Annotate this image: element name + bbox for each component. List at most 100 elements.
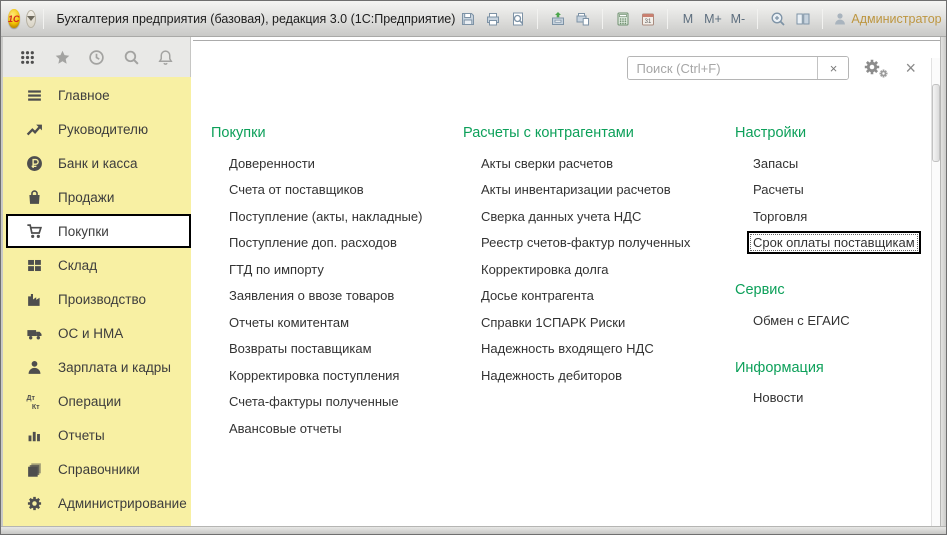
calendar-button[interactable]: 31	[635, 7, 660, 31]
memory-minus-button[interactable]: M-	[725, 7, 750, 31]
panel-link[interactable]: Запасы	[753, 156, 798, 171]
settings-gears-icon	[863, 58, 889, 78]
system-menu-button[interactable]	[26, 10, 36, 28]
panel-section: Расчеты с контрагентамиАкты сверки расче…	[463, 125, 735, 389]
notifications-icon	[157, 49, 174, 66]
panel-link-row: Акты инвентаризации расчетов	[463, 177, 735, 204]
panel-link[interactable]: Надежность входящего НДС	[481, 341, 654, 356]
panel-link[interactable]: Счета от поставщиков	[229, 182, 364, 197]
panel-section: Покупки Доверенности Счета от поставщиков П…	[211, 125, 463, 442]
close-x-icon: ×	[905, 59, 916, 77]
panel-link[interactable]: Расчеты	[753, 182, 804, 197]
memory-plus-button[interactable]: M+	[700, 7, 725, 31]
panel-link[interactable]: Надежность дебиторов	[481, 368, 622, 383]
section-header: Покупки	[211, 125, 463, 141]
panel-link[interactable]: Досье контрагента	[481, 288, 594, 303]
section-header: Настройки	[735, 125, 940, 141]
sidebar-item-cart[interactable]: Покупки	[6, 214, 191, 248]
sidebar-item-chart[interactable]: Отчеты	[3, 418, 191, 452]
panel-link-row: Акты сверки расчетов	[463, 150, 735, 177]
sidebar-item-label: Зарплата и кадры	[58, 360, 171, 375]
load-file-button[interactable]	[545, 7, 570, 31]
print-button[interactable]	[480, 7, 505, 31]
panel-link-row: Срок оплаты поставщикам	[735, 230, 940, 257]
sidebar-item-label: Главное	[58, 88, 110, 103]
zoom-button[interactable]	[765, 7, 790, 31]
calculator-button[interactable]	[610, 7, 635, 31]
sidebar-item-truck[interactable]: ОС и НМА	[3, 316, 191, 350]
bag-icon	[26, 189, 43, 206]
search-clear-button[interactable]: ×	[817, 57, 848, 79]
section-menu: Главное Руководителю Банк и касса Продажи По…	[3, 77, 191, 526]
print-icon	[485, 11, 501, 27]
sidebar-item-books[interactable]: Справочники	[3, 452, 191, 486]
svg-text:Кт: Кт	[32, 403, 40, 409]
sidebar-item-label: Продажи	[58, 190, 114, 205]
panel-link[interactable]: Авансовые отчеты	[229, 421, 342, 436]
panel-link[interactable]: Корректировка долга	[481, 262, 609, 277]
panel-link[interactable]: Поступление доп. расходов	[229, 235, 397, 250]
panel-close-button[interactable]: ×	[903, 59, 918, 77]
sidebar-item-dtkt[interactable]: ДтКтОперации	[3, 384, 191, 418]
panel-settings-button[interactable]	[863, 58, 889, 78]
panel-link[interactable]: Заявления о ввозе товаров	[229, 288, 394, 303]
panel-link[interactable]: Поступление (акты, накладные)	[229, 209, 422, 224]
apps-button[interactable]	[19, 49, 36, 66]
sidebar-item-trend[interactable]: Руководителю	[3, 112, 191, 146]
search-button[interactable]	[123, 49, 140, 66]
memory-recall-button[interactable]: M	[675, 7, 700, 31]
sidebar-item-gear[interactable]: Администрирование	[3, 486, 191, 520]
panel-link[interactable]: Акты инвентаризации расчетов	[481, 182, 671, 197]
panel-link[interactable]: Доверенности	[229, 156, 315, 171]
panel-link-row: Обмен с ЕГАИС	[735, 307, 940, 334]
load-file-icon	[550, 11, 566, 27]
sidebar-item-person[interactable]: Зарплата и кадры	[3, 350, 191, 384]
panel-link[interactable]: Срок оплаты поставщикам	[747, 231, 921, 254]
panel-link[interactable]: Сверка данных учета НДС	[481, 209, 641, 224]
split-window-button[interactable]	[790, 7, 815, 31]
print-file-button[interactable]	[570, 7, 595, 31]
link-column-2: Настройки Запасы Расчеты Торговля Срок оплат…	[735, 125, 940, 442]
panel-link[interactable]: Новости	[753, 390, 803, 405]
panel-link-row: Счета от поставщиков	[211, 177, 463, 204]
sidebar-item-label: Операции	[58, 394, 121, 409]
sidebar-item-warehouse[interactable]: Склад	[3, 248, 191, 282]
panel-link[interactable]: Обмен с ЕГАИС	[753, 313, 850, 328]
divider	[822, 9, 823, 29]
panel-link[interactable]: Корректировка поступления	[229, 368, 399, 383]
panel-link-row: Сверка данных учета НДС	[463, 203, 735, 230]
panel-link[interactable]: Возвраты поставщикам	[229, 341, 372, 356]
scrollbar[interactable]	[931, 58, 940, 526]
favorites-button[interactable]	[54, 49, 71, 66]
notifications-button[interactable]	[157, 49, 174, 66]
search-input[interactable]	[628, 57, 817, 79]
divider	[602, 9, 603, 29]
calendar-icon: 31	[640, 11, 656, 27]
panel-link[interactable]: Счета-фактуры полученные	[229, 394, 399, 409]
panel-link[interactable]: Акты сверки расчетов	[481, 156, 613, 171]
sidebar-item-label: Производство	[58, 292, 146, 307]
panel-link-row: Корректировка долга	[463, 256, 735, 283]
panel-link[interactable]: Справки 1СПАРК Риски	[481, 315, 625, 330]
panel-link[interactable]: Отчеты комитентам	[229, 315, 349, 330]
panel-link-row: Поступление доп. расходов	[211, 230, 463, 257]
truck-icon	[26, 325, 43, 342]
window-title: Бухгалтерия предприятия (базовая), редак…	[57, 12, 456, 26]
panel-link-row: Корректировка поступления	[211, 362, 463, 389]
sidebar-item-menu[interactable]: Главное	[3, 78, 191, 112]
history-button[interactable]	[88, 49, 105, 66]
sidebar-item-factory[interactable]: Производство	[3, 282, 191, 316]
sidebar-item-bag[interactable]: Продажи	[3, 180, 191, 214]
panel-link[interactable]: ГТД по импорту	[229, 262, 324, 277]
sidebar-item-ruble[interactable]: Банк и касса	[3, 146, 191, 180]
panel-link-row: Заявления о ввозе товаров	[211, 283, 463, 310]
divider	[667, 9, 668, 29]
print-preview-button[interactable]	[505, 7, 530, 31]
scrollbar-thumb[interactable]	[932, 84, 940, 162]
panel-link[interactable]: Торговля	[753, 209, 807, 224]
save-button[interactable]	[455, 7, 480, 31]
search-box: ×	[627, 56, 849, 80]
current-user[interactable]: Администратор	[832, 11, 941, 27]
panel-link[interactable]: Реестр счетов-фактур полученных	[481, 235, 690, 250]
sidebar-item-label: Руководителю	[58, 122, 148, 137]
